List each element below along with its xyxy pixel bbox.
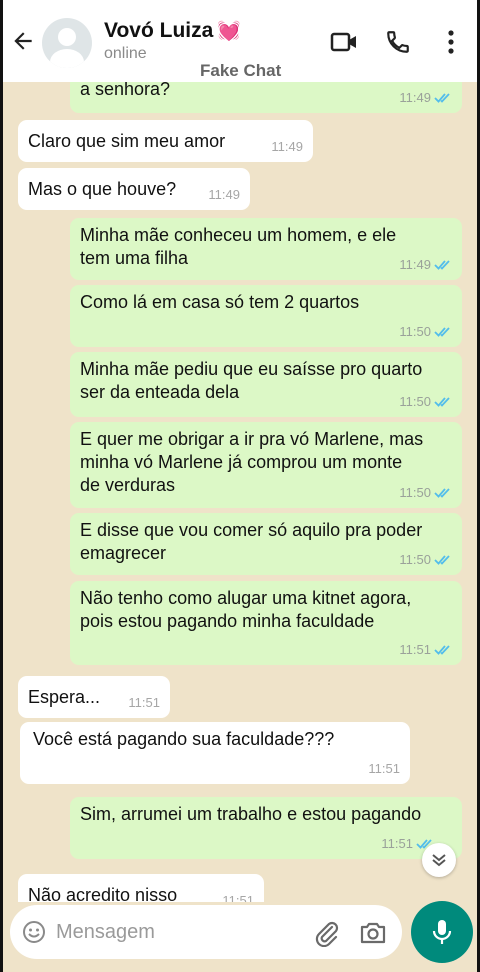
message-text: Não acredito nisso [28,885,178,902]
message-outgoing[interactable]: E quer me obrigar a ir pra vó Marlene, m… [70,422,462,508]
message-time: 11:51 [128,695,160,710]
message-meta: 11:51 [222,889,254,902]
message-time: 11:51 [399,642,431,657]
message-text: a senhora? [80,82,171,99]
double-check-icon [434,93,450,103]
message-text-line: tem uma filha [80,248,189,268]
message-text-line: ser da enteada dela [80,382,240,402]
contact-name-text: Vovó Luiza [104,19,214,42]
avatar-placeholder-icon [58,28,76,46]
microphone-icon [432,920,452,944]
message-time: 11:51 [222,893,254,902]
message-time: 11:49 [399,257,431,272]
double-check-icon [434,488,450,498]
more-menu-icon[interactable] [446,29,456,55]
message-incoming[interactable]: Não acredito nisso 11:51 [18,874,264,902]
message-text: Sim, arrumei um trabalho e estou pagando [80,804,422,824]
attach-icon[interactable] [312,919,340,947]
message-meta: 11:50 [399,548,452,571]
message-time: 11:49 [399,90,431,105]
message-incoming[interactable]: Espera... 11:51 [18,676,170,718]
message-outgoing[interactable]: Sim, arrumei um trabalho e estou pagando… [70,797,462,859]
message-text: Como lá em casa só tem 2 quartos [80,292,360,312]
double-check-icon [434,555,450,565]
message-incoming[interactable]: Mas o que houve? 11:49 [18,168,250,210]
back-arrow-icon[interactable] [10,28,36,54]
message-text-line: Minha mãe conheceu um homem, e ele [80,225,397,245]
message-outgoing[interactable]: E disse que vou comer só aquilo pra pode… [70,513,462,575]
message-meta: 11:49 [271,135,303,158]
message-text-line: emagrecer [80,543,167,563]
message-text-line: E disse que vou comer só aquilo pra pode… [80,520,423,540]
double-check-icon [434,260,450,270]
frame-left-edge [0,0,3,972]
message-meta: 11:49 [208,183,240,206]
scroll-down-icon [432,854,446,867]
message-meta: 11:51 [368,757,400,780]
contact-status: online [104,45,147,62]
message-outgoing[interactable]: a senhora? 11:49 [70,82,462,113]
message-meta: 11:51 [128,691,160,714]
video-call-icon[interactable] [330,30,358,54]
message-text: Você está pagando sua faculdade??? [33,729,335,749]
double-check-icon [434,645,450,655]
message-text-line: de verduras [80,475,176,495]
message-outgoing[interactable]: Como lá em casa só tem 2 quartos 11:50 [70,285,462,347]
message-composer[interactable]: Mensagem [10,905,402,959]
message-time: 11:49 [208,187,240,202]
heart-icon: 💓 [217,21,241,42]
message-incoming[interactable]: Você está pagando sua faculdade??? 11:51 [20,722,410,784]
emoji-icon[interactable] [22,920,46,944]
message-time: 11:50 [399,552,431,567]
message-text-line: minha vó Marlene já comprou um monte [80,452,403,472]
double-check-icon [434,397,450,407]
contact-name[interactable]: Vovó Luiza 💓 [104,19,241,43]
message-meta: 11:50 [399,320,452,343]
message-time: 11:50 [399,394,431,409]
message-time: 11:50 [399,324,431,339]
message-list[interactable]: a senhora? 11:49 Claro que sim meu amor … [0,82,480,902]
message-time: 11:49 [271,139,303,154]
message-meta: 11:51 [399,638,452,661]
message-outgoing[interactable]: Não tenho como alugar uma kitnet agora, … [70,581,462,665]
avatar[interactable] [42,18,92,68]
message-outgoing[interactable]: Minha mãe pediu que eu saísse pro quarto… [70,352,462,417]
double-check-icon [434,327,450,337]
scroll-down-button[interactable] [422,843,456,877]
message-incoming[interactable]: Claro que sim meu amor 11:49 [18,120,313,162]
message-text-line: Não tenho como alugar uma kitnet agora, [80,588,412,608]
message-time: 11:51 [381,836,413,851]
message-meta: 11:50 [399,481,452,504]
message-text-line: Minha mãe pediu que eu saísse pro quarto [80,359,423,379]
message-input-placeholder: Mensagem [56,921,155,943]
camera-icon[interactable] [359,919,387,945]
fake-chat-watermark: Fake Chat [200,61,282,80]
message-text: Claro que sim meu amor [28,131,226,151]
message-meta: 11:49 [399,86,452,109]
message-text-line: E quer me obrigar a ir pra vó Marlene, m… [80,429,424,449]
message-meta: 11:49 [399,253,452,276]
message-outgoing[interactable]: Minha mãe conheceu um homem, e ele tem u… [70,218,462,280]
message-text-line: pois estou pagando minha faculdade [80,611,375,631]
voice-message-button[interactable] [411,901,473,963]
phone-icon[interactable] [385,29,411,55]
message-time: 11:51 [368,761,400,776]
message-time: 11:50 [399,485,431,500]
message-meta: 11:50 [399,390,452,413]
avatar-placeholder-body [50,49,84,68]
